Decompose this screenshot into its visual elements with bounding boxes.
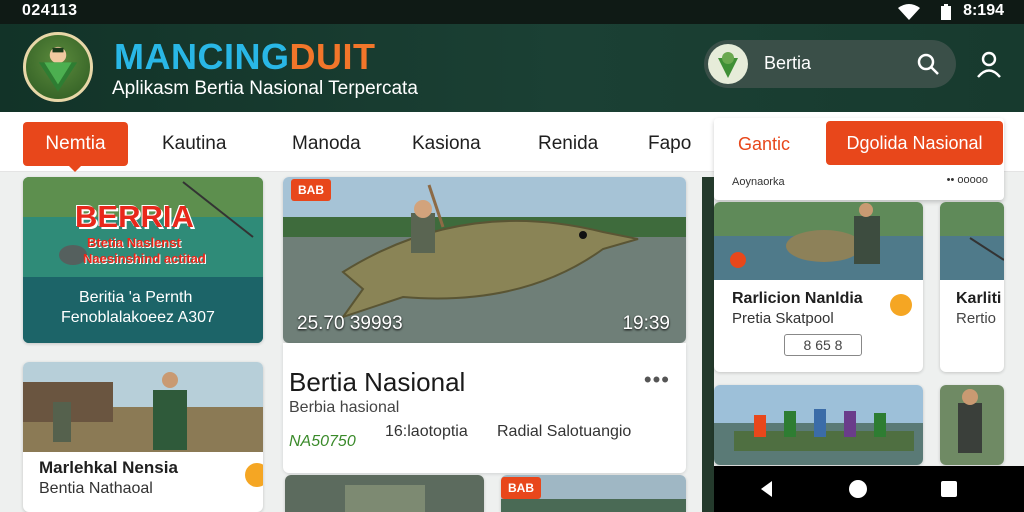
- tab-kautina[interactable]: Kautina: [162, 122, 226, 166]
- tab-dgolida-nasional[interactable]: Dgolida Nasional: [826, 121, 1003, 165]
- featured-card[interactable]: BAB 25.70 39993 19:39: [283, 177, 686, 343]
- story-title: Rarlicion Nanldia: [732, 290, 863, 307]
- featured-meta-left: 25.70 39993: [297, 313, 403, 334]
- dropdown-label: Aoynaorka: [732, 176, 785, 188]
- app-title-part1: MANCING: [114, 36, 290, 77]
- status-time-right: 8:194: [963, 2, 1004, 19]
- thumb-badge: BAB: [501, 477, 541, 499]
- dropdown-dots: •• ooooo: [946, 174, 988, 186]
- story-image: [23, 362, 263, 452]
- featured-time: 19:39: [622, 313, 670, 334]
- logo-icon: [38, 46, 78, 92]
- home-icon[interactable]: [847, 478, 869, 500]
- story-desc: Rertio: [956, 310, 997, 327]
- story-image: [940, 385, 1004, 465]
- search-icon[interactable]: [916, 52, 940, 76]
- thumb-card[interactable]: [285, 475, 484, 512]
- tab-gantic[interactable]: Gantic: [738, 134, 790, 155]
- story-card[interactable]: [714, 385, 923, 465]
- story-image: [714, 385, 923, 465]
- search-input[interactable]: Bertia: [764, 53, 811, 74]
- tab-fapo[interactable]: Fapo: [648, 122, 691, 166]
- story-desc: Pretia Skatpool: [732, 310, 834, 327]
- recents-icon[interactable]: [938, 478, 960, 500]
- story-image: [940, 202, 1004, 280]
- tab-manoda[interactable]: Manoda: [292, 122, 361, 166]
- app-logo[interactable]: [23, 32, 93, 102]
- tab-nemtia[interactable]: Nemtia: [23, 122, 128, 172]
- article-source: Radial Salotuangio: [497, 423, 632, 440]
- search-avatar: [708, 44, 748, 84]
- wifi-icon: [898, 4, 920, 20]
- article-title: Bertia Nasional: [289, 367, 466, 397]
- system-nav-bar: [714, 466, 1024, 512]
- share-icon[interactable]: [890, 294, 912, 316]
- story-card[interactable]: [940, 385, 1004, 465]
- article-code: NA50750: [289, 433, 356, 450]
- banner-headline: BERRIA: [75, 199, 194, 234]
- article-time: 16:laotoptia: [385, 423, 468, 440]
- thumb-image: [285, 475, 484, 512]
- tab-renida[interactable]: Renida: [538, 122, 598, 166]
- article-summary[interactable]: Bertia Nasional ••• Berbia hasional NA50…: [283, 343, 686, 473]
- banner-line2: Fenoblalakoeez A307: [61, 309, 215, 326]
- user-icon[interactable]: [976, 50, 1002, 78]
- more-options-icon[interactable]: •••: [644, 367, 670, 393]
- story-title: Marlehkal Nensia: [39, 458, 178, 477]
- featured-badge: BAB: [291, 179, 331, 201]
- back-icon[interactable]: [756, 478, 778, 500]
- tab-pointer: [68, 165, 82, 172]
- story-card[interactable]: Karliti Rertio: [940, 202, 1004, 372]
- battery-icon: [941, 4, 951, 20]
- banner-card[interactable]: BERRIA Btetia Naslenst Naesinshind actit…: [23, 177, 263, 343]
- banner-sub1: Btetia Naslenst: [87, 235, 181, 250]
- tab-label: Nemtia: [45, 133, 106, 154]
- thumb-card[interactable]: BAB: [501, 475, 686, 512]
- story-card[interactable]: Rarlicion Nanldia Pretia Skatpool 8 65 8: [714, 202, 923, 372]
- banner-sub2: Naesinshind actitad: [83, 251, 206, 266]
- status-bar: 024113 8:194: [0, 0, 1024, 24]
- app-subtitle: Aplikasm Bertia Nasional Terpercata: [112, 78, 418, 99]
- mascot-icon: [718, 52, 738, 78]
- app-header: MANCINGDUIT Aplikasm Bertia Nasional Ter…: [0, 24, 1024, 112]
- article-subtitle: Berbia hasional: [289, 399, 400, 416]
- app-title-part2: DUIT: [289, 36, 376, 77]
- tab-kasiona[interactable]: Kasiona: [412, 122, 481, 166]
- search-bar[interactable]: Bertia: [704, 40, 956, 88]
- banner-line1: Beritia 'a Pernth: [79, 289, 193, 306]
- story-desc: Bentia Nathaoal: [39, 480, 153, 497]
- status-time-left: 024113: [22, 2, 78, 19]
- story-image: [714, 202, 923, 280]
- story-title: Karliti: [956, 290, 1002, 307]
- story-stats: 8 65 8: [784, 334, 862, 356]
- share-icon[interactable]: [245, 463, 263, 487]
- app-title: MANCINGDUIT: [114, 36, 375, 78]
- side-strip: [702, 177, 714, 512]
- story-card[interactable]: Marlehkal Nensia Bentia Nathaoal: [23, 362, 263, 512]
